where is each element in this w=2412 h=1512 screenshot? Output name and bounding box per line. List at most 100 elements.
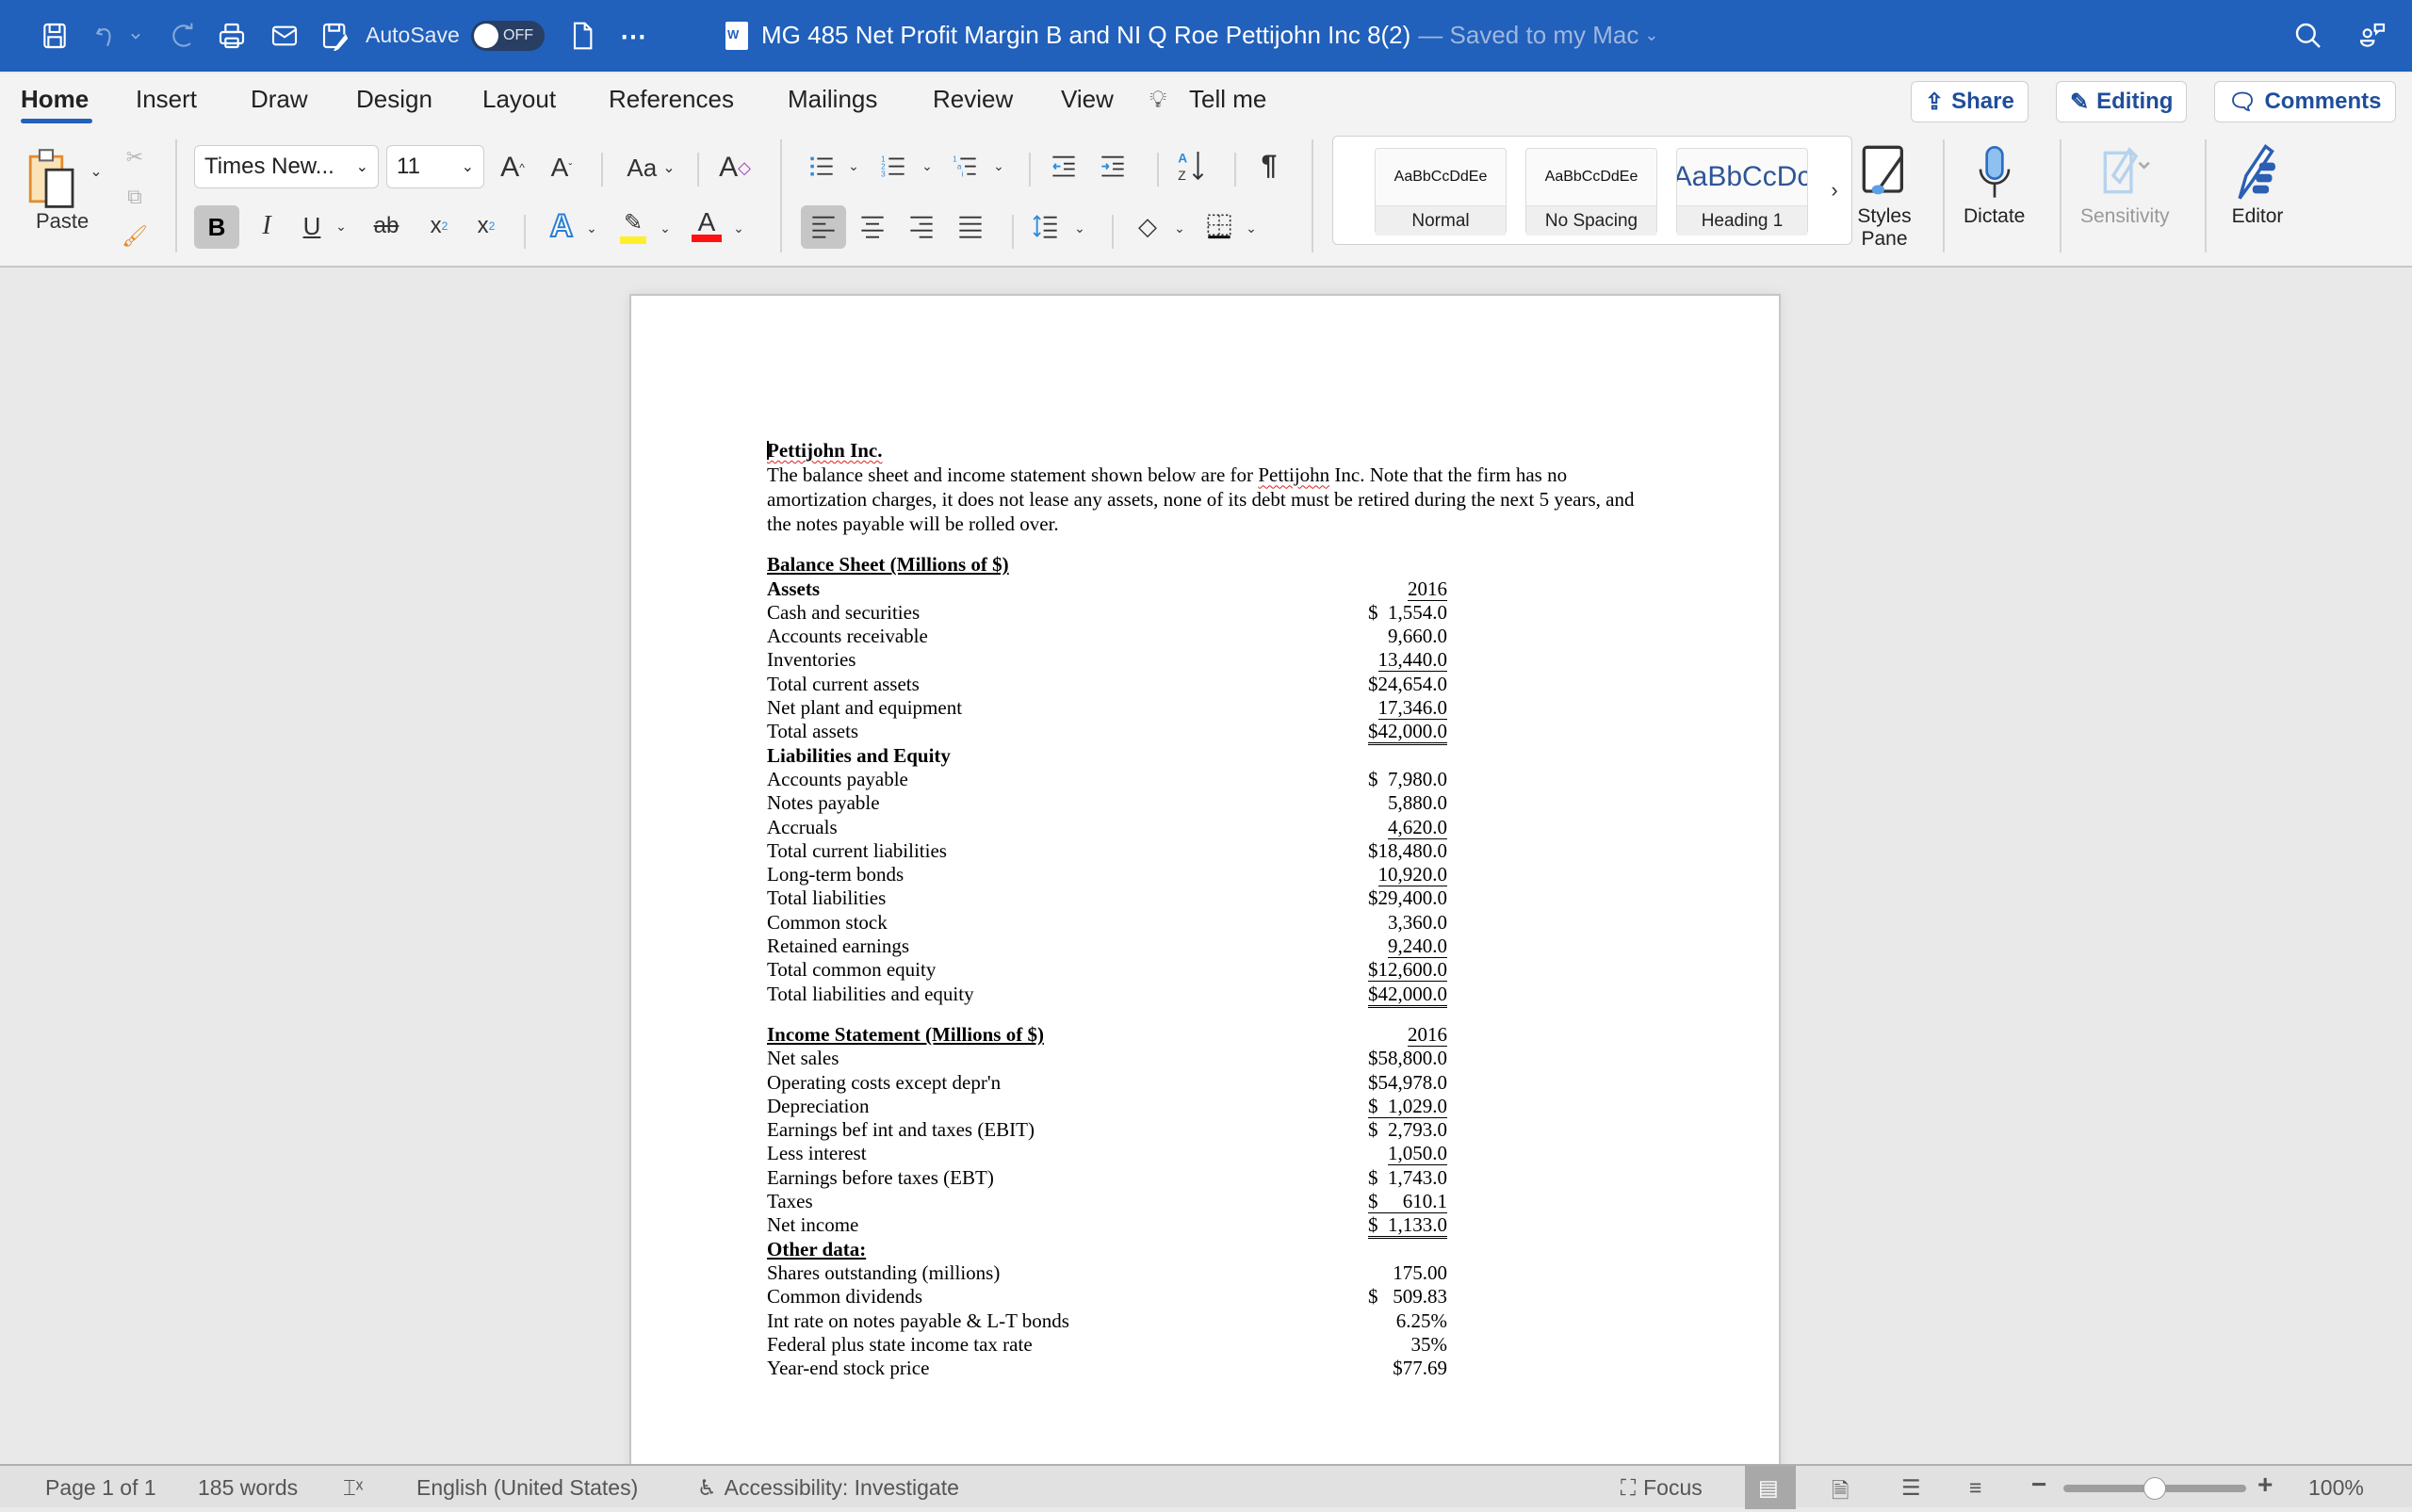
tell-me-search[interactable]: Tell me — [1189, 85, 1266, 114]
web-layout-view-icon[interactable]: 🗎︎ — [1832, 1475, 1850, 1512]
accessibility-status[interactable]: ♿︎ Accessibility: Investigate — [697, 1475, 959, 1501]
align-center-icon[interactable] — [854, 207, 891, 245]
decrease-indent-icon[interactable] — [1048, 147, 1080, 185]
dictate-button[interactable]: Dictate — [1964, 139, 2025, 228]
styles-pane-button[interactable]: Styles Pane — [1856, 139, 1913, 251]
style-no-spacing[interactable]: AaBbCcDdEe No Spacing — [1525, 148, 1657, 236]
text-effects-button[interactable]: A — [543, 205, 580, 247]
editing-mode-button[interactable]: ✎ Editing — [2056, 81, 2188, 122]
tab-insert[interactable]: Insert — [136, 85, 197, 114]
multilevel-list-icon[interactable]: 1ai — [950, 147, 980, 185]
table-row: Total current assets $24,654.0 — [767, 673, 1447, 696]
tab-home[interactable]: Home — [21, 85, 89, 114]
word-count[interactable]: 185 words — [198, 1475, 298, 1501]
shading-dropdown-icon[interactable]: ⌄ — [1172, 219, 1187, 237]
page-count[interactable]: Page 1 of 1 — [45, 1475, 156, 1501]
year-header: 2016 — [1408, 577, 1447, 601]
font-name-select[interactable]: Times New... ⌄ — [194, 145, 379, 188]
borders-dropdown-icon[interactable]: ⌄ — [1244, 219, 1259, 237]
undo-dropdown-icon[interactable] — [126, 19, 145, 53]
align-right-icon[interactable] — [903, 207, 940, 245]
redo-icon[interactable] — [166, 19, 200, 53]
numbering-dropdown-icon[interactable]: ⌄ — [920, 156, 935, 175]
editor-button[interactable]: Editor — [2229, 139, 2286, 228]
tab-view[interactable]: View — [1061, 85, 1114, 114]
format-painter-icon[interactable]: 🖌︎ — [121, 222, 149, 251]
styles-more-chevron-icon[interactable]: › — [1825, 176, 1844, 204]
justify-icon[interactable] — [952, 207, 989, 245]
multilevel-dropdown-icon[interactable]: ⌄ — [991, 156, 1006, 175]
document-body[interactable]: Pettijohn Inc. The balance sheet and inc… — [767, 439, 1709, 1380]
italic-button[interactable]: I — [253, 207, 281, 245]
collaborate-icon[interactable] — [2355, 19, 2389, 53]
line-spacing-icon[interactable] — [1029, 207, 1063, 245]
superscript-button[interactable]: x2 — [469, 207, 503, 245]
text-effects-dropdown-icon[interactable]: ⌄ — [584, 219, 599, 237]
font-color-button[interactable]: A — [688, 205, 725, 247]
style-normal[interactable]: AaBbCcDdEe Normal — [1375, 148, 1507, 236]
sort-icon[interactable]: AZ — [1174, 145, 1208, 187]
search-icon[interactable] — [2291, 19, 2325, 53]
save-as-edit-icon[interactable] — [318, 19, 352, 53]
zoom-percent[interactable]: 100% — [2308, 1475, 2364, 1501]
font-color-dropdown-icon[interactable]: ⌄ — [731, 219, 746, 237]
tab-review[interactable]: Review — [933, 85, 1013, 114]
underline-button[interactable]: U — [298, 207, 326, 245]
grow-font-icon[interactable]: A ^ — [496, 149, 530, 187]
row-value: 9,240.0 — [1388, 935, 1447, 959]
comments-button[interactable]: 🗨︎ Comments — [2214, 81, 2396, 122]
highlight-dropdown-icon[interactable]: ⌄ — [658, 219, 673, 237]
shrink-font-icon[interactable]: Aˇ — [545, 149, 579, 187]
copy-icon[interactable]: ⧉ — [121, 183, 149, 211]
title-chevron-down-icon[interactable]: ⌄ — [1644, 25, 1658, 45]
tab-layout[interactable]: Layout — [482, 85, 556, 114]
more-options-icon[interactable]: ⋯ — [616, 19, 650, 53]
zoom-in-button[interactable]: + — [2257, 1470, 2273, 1500]
highlight-button[interactable]: ✎ — [614, 205, 652, 247]
tab-references[interactable]: References — [609, 85, 734, 114]
draft-view-icon[interactable]: ≡ — [1969, 1475, 1981, 1501]
share-button[interactable]: ⇪ Share — [1911, 81, 2029, 122]
shading-icon[interactable]: ◇ — [1131, 207, 1165, 245]
focus-button[interactable]: ⛶ Focus — [1621, 1475, 1703, 1501]
line-spacing-dropdown-icon[interactable]: ⌄ — [1072, 219, 1087, 237]
tab-design[interactable]: Design — [356, 85, 432, 114]
email-icon[interactable] — [268, 19, 302, 53]
strikethrough-button[interactable]: ab — [367, 207, 405, 245]
font-size-select[interactable]: 11 ⌄ — [386, 145, 484, 188]
new-document-icon[interactable] — [565, 19, 599, 53]
bold-button[interactable]: B — [194, 205, 239, 249]
increase-indent-icon[interactable] — [1097, 147, 1129, 185]
print-layout-view-icon[interactable]: ▤ — [1758, 1475, 1779, 1501]
zoom-slider[interactable] — [2063, 1477, 2246, 1500]
change-case-button[interactable]: Aa ⌄ — [618, 149, 684, 187]
tab-draw[interactable]: Draw — [251, 85, 308, 114]
numbering-icon[interactable]: 123 — [878, 147, 908, 185]
show-formatting-marks-icon[interactable]: ¶ — [1253, 147, 1285, 185]
document-page[interactable]: Pettijohn Inc. The balance sheet and inc… — [629, 294, 1781, 1464]
cut-icon[interactable]: ✂ — [121, 143, 149, 171]
document-canvas[interactable]: Pettijohn Inc. The balance sheet and inc… — [0, 269, 2412, 1464]
subscript-button[interactable]: x2 — [422, 207, 456, 245]
clear-formatting-icon[interactable]: A ◇ — [716, 149, 754, 187]
bullets-icon[interactable] — [807, 147, 837, 185]
paste-icon[interactable] — [24, 143, 81, 215]
print-icon[interactable] — [215, 19, 249, 53]
tab-mailings[interactable]: Mailings — [788, 85, 877, 114]
paste-dropdown-icon[interactable]: ⌄ — [87, 162, 106, 181]
language[interactable]: English (United States) — [416, 1475, 638, 1501]
underline-dropdown-icon[interactable]: ⌄ — [334, 217, 349, 236]
outline-view-icon[interactable]: ☰ — [1901, 1475, 1921, 1501]
zoom-out-button[interactable]: − — [2031, 1470, 2046, 1500]
align-left-icon[interactable] — [805, 207, 842, 245]
autosave-toggle[interactable]: OFF — [471, 21, 545, 51]
bullets-dropdown-icon[interactable]: ⌄ — [846, 156, 861, 175]
style-heading-1[interactable]: AaBbCcDc Heading 1 — [1676, 148, 1808, 236]
borders-icon[interactable] — [1202, 207, 1236, 245]
proofing-icon[interactable]: ⌶ˣ — [343, 1475, 363, 1501]
sensitivity-button[interactable]: Sensitivity — [2080, 139, 2170, 228]
undo-icon[interactable] — [90, 19, 124, 53]
document-title-area[interactable]: MG 485 Net Profit Margin B and NI Q Roe … — [725, 21, 1658, 50]
zoom-slider-handle[interactable] — [2143, 1477, 2166, 1500]
save-icon[interactable] — [38, 19, 72, 53]
